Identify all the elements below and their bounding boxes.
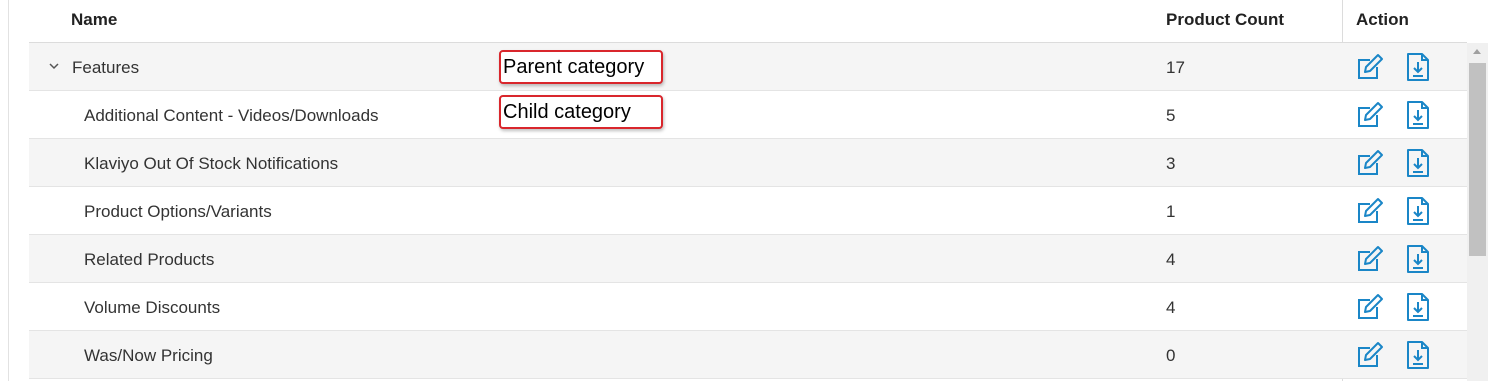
download-file-icon[interactable]	[1404, 52, 1432, 82]
scrollbar-thumb[interactable]	[1469, 63, 1486, 256]
row-actions	[1356, 292, 1432, 322]
vertical-scrollbar[interactable]	[1467, 43, 1488, 381]
row-actions	[1356, 148, 1432, 178]
table-header: Name Product Count Action	[29, 0, 1467, 43]
download-file-icon[interactable]	[1404, 196, 1432, 226]
table-row[interactable]: Volume Discounts 4	[29, 283, 1467, 331]
download-file-icon[interactable]	[1404, 148, 1432, 178]
row-actions	[1356, 52, 1432, 82]
product-count: 4	[1166, 250, 1176, 269]
scroll-up-arrow-icon[interactable]	[1473, 49, 1481, 54]
category-name: Features	[72, 58, 140, 77]
edit-icon[interactable]	[1356, 52, 1384, 82]
table-row[interactable]: Klaviyo Out Of Stock Notifications 3	[29, 139, 1467, 187]
table-row[interactable]: Was/Now Pricing 0	[29, 331, 1467, 379]
column-header-name[interactable]: Name	[71, 10, 117, 30]
table-row[interactable]: Features 17	[29, 43, 1467, 91]
left-border	[8, 0, 9, 381]
category-name: Volume Discounts	[84, 298, 221, 317]
category-name: Additional Content - Videos/Downloads	[84, 106, 379, 125]
table-row[interactable]: Related Products 4	[29, 235, 1467, 283]
row-actions	[1356, 244, 1432, 274]
download-file-icon[interactable]	[1404, 100, 1432, 130]
product-count: 1	[1166, 202, 1176, 221]
edit-icon[interactable]	[1356, 340, 1384, 370]
child-category-callout: Child category	[499, 95, 663, 129]
product-count: 0	[1166, 346, 1176, 365]
column-header-product-count[interactable]: Product Count	[1166, 10, 1284, 30]
download-file-icon[interactable]	[1404, 292, 1432, 322]
table-row[interactable]: Additional Content - Videos/Downloads 5	[29, 91, 1467, 139]
row-actions	[1356, 196, 1432, 226]
edit-icon[interactable]	[1356, 196, 1384, 226]
edit-icon[interactable]	[1356, 244, 1384, 274]
download-file-icon[interactable]	[1404, 340, 1432, 370]
row-actions	[1356, 100, 1432, 130]
product-count: 4	[1166, 298, 1176, 317]
table-row[interactable]: Product Options/Variants 1	[29, 187, 1467, 235]
product-count: 5	[1166, 106, 1176, 125]
category-name: Related Products	[84, 250, 215, 269]
chevron-down-icon[interactable]	[47, 60, 61, 72]
category-name: Product Options/Variants	[84, 202, 272, 221]
edit-icon[interactable]	[1356, 148, 1384, 178]
edit-icon[interactable]	[1356, 292, 1384, 322]
category-name: Klaviyo Out Of Stock Notifications	[84, 154, 339, 173]
product-count: 3	[1166, 154, 1176, 173]
product-count: 17	[1166, 58, 1185, 77]
edit-icon[interactable]	[1356, 100, 1384, 130]
table-body: Features 17 Additional Content - Videos/…	[29, 43, 1467, 379]
row-actions	[1356, 340, 1432, 370]
category-table: Name Product Count Action Features 17 Ad…	[29, 0, 1467, 381]
column-header-action: Action	[1356, 10, 1409, 29]
parent-category-callout: Parent category	[499, 50, 663, 84]
category-name: Was/Now Pricing	[84, 346, 213, 365]
download-file-icon[interactable]	[1404, 244, 1432, 274]
